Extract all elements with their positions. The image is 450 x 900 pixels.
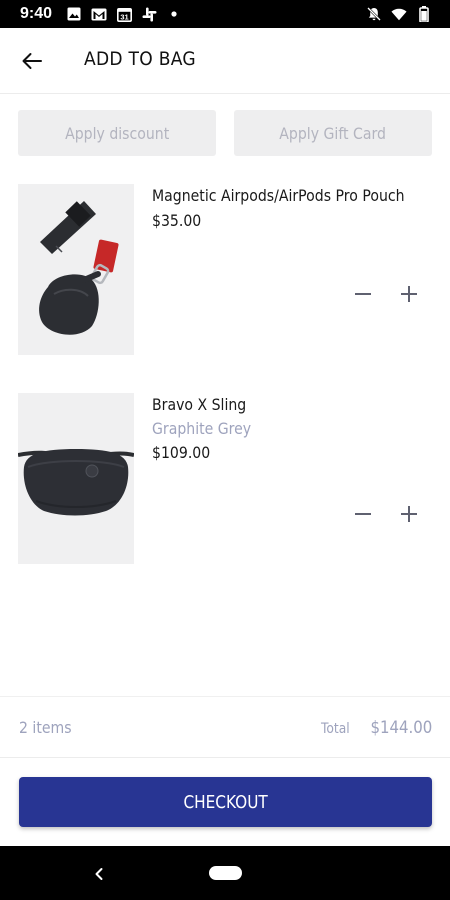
decrease-quantity-button[interactable] bbox=[350, 281, 376, 307]
item-name[interactable]: Bravo X Sling bbox=[152, 395, 246, 414]
minus-icon bbox=[355, 513, 371, 515]
minus-icon bbox=[355, 293, 371, 295]
checkout-label: CHECKOUT bbox=[183, 791, 268, 813]
chevron-left-icon bbox=[95, 868, 103, 880]
apply-gift-card-label: Apply Gift Card bbox=[279, 123, 387, 143]
sling-bag-image[interactable] bbox=[17, 393, 135, 564]
page-title: ADD TO BAG bbox=[84, 48, 196, 70]
status-bar: 9:40 31 bbox=[0, 0, 450, 28]
back-button[interactable] bbox=[18, 47, 46, 75]
status-time: 9:40 bbox=[20, 5, 53, 22]
bell-off-icon bbox=[366, 6, 382, 22]
nav-back-button[interactable] bbox=[88, 863, 110, 885]
item-price: $109.00 bbox=[152, 443, 211, 462]
total-value: $144.00 bbox=[370, 718, 432, 738]
plus-icon bbox=[401, 506, 417, 522]
dot-icon bbox=[166, 6, 182, 22]
total-label: Total bbox=[320, 721, 350, 737]
checkout-button[interactable]: CHECKOUT bbox=[19, 777, 432, 827]
decrease-quantity-button[interactable] bbox=[350, 501, 376, 527]
airpods-pouch-image[interactable] bbox=[18, 184, 134, 355]
battery-icon bbox=[416, 6, 432, 22]
slack-icon bbox=[141, 6, 157, 22]
arrow-left-icon bbox=[22, 53, 42, 69]
total: Total $144.00 bbox=[319, 718, 432, 738]
notification-icons: 31 bbox=[66, 6, 182, 22]
calendar-icon: 31 bbox=[116, 6, 132, 22]
gmail-icon bbox=[91, 6, 107, 22]
apply-gift-card-button[interactable]: Apply Gift Card bbox=[234, 110, 432, 156]
apply-discount-button[interactable]: Apply discount bbox=[18, 110, 216, 156]
cart-summary: 2 items Total $144.00 bbox=[0, 696, 450, 758]
item-name[interactable]: Magnetic Airpods/AirPods Pro Pouch bbox=[152, 186, 405, 205]
navigation-bar bbox=[0, 846, 450, 900]
increase-quantity-button[interactable] bbox=[396, 281, 422, 307]
item-variant: Graphite Grey bbox=[152, 419, 252, 438]
system-icons bbox=[366, 6, 432, 22]
apply-discount-label: Apply discount bbox=[64, 123, 170, 143]
wifi-icon bbox=[391, 6, 407, 22]
items-count: 2 items bbox=[19, 718, 72, 737]
item-price: $35.00 bbox=[152, 211, 202, 230]
nav-home-pill[interactable] bbox=[209, 866, 242, 880]
calendar-day: 31 bbox=[120, 12, 128, 21]
increase-quantity-button[interactable] bbox=[396, 501, 422, 527]
plus-icon bbox=[401, 286, 417, 302]
image-icon bbox=[66, 6, 82, 22]
app-header: ADD TO BAG bbox=[0, 28, 450, 94]
